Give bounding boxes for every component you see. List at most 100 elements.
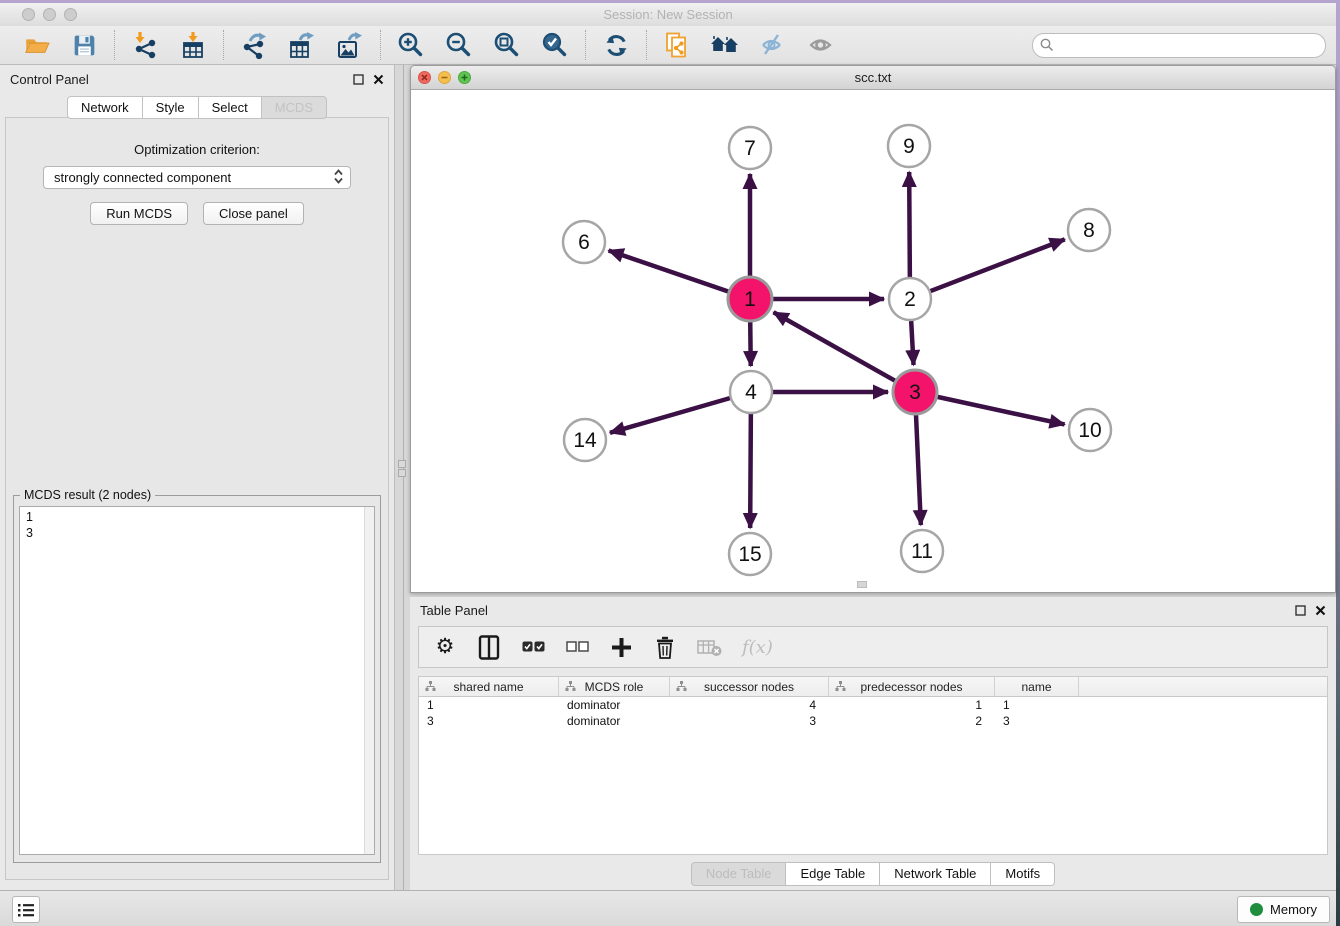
node-table: shared name MCDS role successor nodes pr… xyxy=(418,676,1328,855)
table-settings-icon[interactable]: ⚙ xyxy=(433,632,457,662)
graph-node-1[interactable]: 1 xyxy=(728,277,772,321)
memory-label: Memory xyxy=(1270,902,1317,917)
graph-edge-4-15[interactable] xyxy=(750,414,751,528)
table-panel: Table Panel ⚙ f(x) xyxy=(410,597,1336,890)
column-header-name[interactable]: name xyxy=(995,677,1079,696)
zoom-window-button[interactable] xyxy=(64,8,77,21)
open-session-icon[interactable] xyxy=(20,30,52,60)
minimize-window-button[interactable] xyxy=(43,8,56,21)
graph-edge-2-8[interactable] xyxy=(931,239,1065,291)
desktop-edge xyxy=(1336,0,1340,926)
close-window-button[interactable] xyxy=(22,8,35,21)
column-header-predecessor-nodes[interactable]: predecessor nodes xyxy=(829,677,995,696)
tab-network-table[interactable]: Network Table xyxy=(880,862,991,886)
table-tabs: Node Table Edge Table Network Table Moti… xyxy=(410,862,1336,886)
splitter-grip[interactable] xyxy=(398,460,406,468)
graph-node-label: 10 xyxy=(1078,419,1101,442)
graph-node-3[interactable]: 3 xyxy=(893,370,937,414)
window-titlebar: Session: New Session xyxy=(0,3,1336,27)
refresh-icon[interactable] xyxy=(600,30,632,60)
zoom-selected-icon[interactable] xyxy=(539,30,571,60)
tab-node-table[interactable]: Node Table xyxy=(691,862,787,886)
tab-motifs[interactable]: Motifs xyxy=(991,862,1055,886)
splitter-grip[interactable] xyxy=(398,469,406,477)
export-network-icon[interactable] xyxy=(238,30,270,60)
task-history-button[interactable] xyxy=(12,896,40,923)
column-header-mcds-role[interactable]: MCDS role xyxy=(559,677,670,696)
zoom-network-button[interactable] xyxy=(458,71,471,84)
criterion-select[interactable]: strongly connected component xyxy=(43,166,351,189)
graph-edge-3-1[interactable] xyxy=(774,312,895,380)
delete-table-icon[interactable] xyxy=(697,632,722,662)
toggle-panes-icon[interactable] xyxy=(477,632,501,662)
main-toolbar xyxy=(0,26,1336,65)
close-panel-icon[interactable] xyxy=(373,74,384,85)
graph-edge-3-11[interactable] xyxy=(916,415,921,525)
search-input[interactable] xyxy=(1032,33,1326,58)
graph-node-14[interactable]: 14 xyxy=(564,419,606,461)
save-session-icon[interactable] xyxy=(68,30,100,60)
close-panel-icon[interactable] xyxy=(1315,605,1326,616)
tab-network[interactable]: Network xyxy=(67,96,143,119)
graph-edge-2-3[interactable] xyxy=(911,321,913,365)
run-mcds-button[interactable]: Run MCDS xyxy=(90,202,188,225)
graph-edge-4-14[interactable] xyxy=(610,398,730,433)
network-canvas[interactable]: 7 9 6 8 1 2 4 3 14 10 15 11 xyxy=(411,90,1335,590)
graph-node-8[interactable]: 8 xyxy=(1068,209,1110,251)
graph-node-11[interactable]: 11 xyxy=(901,530,943,572)
graph-node-15[interactable]: 15 xyxy=(729,533,771,575)
graph-node-label: 14 xyxy=(573,429,597,452)
tab-style[interactable]: Style xyxy=(143,96,199,119)
export-table-icon[interactable] xyxy=(286,30,318,60)
graph-node-4[interactable]: 4 xyxy=(730,371,772,413)
hide-selected-icon[interactable] xyxy=(757,30,789,60)
column-header-shared-name[interactable]: shared name xyxy=(419,677,559,696)
mcds-result-list[interactable]: 1 3 xyxy=(19,506,375,855)
network-window-titlebar[interactable]: scc.txt xyxy=(411,66,1335,90)
function-builder-icon[interactable]: f(x) xyxy=(742,632,773,662)
zoom-out-icon[interactable] xyxy=(443,30,475,60)
criterion-value: strongly connected component xyxy=(54,170,231,185)
delete-columns-icon[interactable] xyxy=(653,632,677,662)
memory-button[interactable]: Memory xyxy=(1237,896,1330,923)
zoom-fit-icon[interactable] xyxy=(491,30,523,60)
import-network-icon[interactable] xyxy=(129,30,161,60)
zoom-in-icon[interactable] xyxy=(395,30,427,60)
add-column-icon[interactable] xyxy=(609,632,633,662)
tab-mcds[interactable]: MCDS xyxy=(262,96,327,119)
select-all-columns-icon[interactable] xyxy=(521,632,545,662)
list-icon xyxy=(17,902,35,918)
result-scrollbar[interactable] xyxy=(364,507,374,854)
control-panel: Control Panel Network Style Select MCDS … xyxy=(0,65,395,890)
deselect-all-columns-icon[interactable] xyxy=(565,632,589,662)
close-network-button[interactable] xyxy=(418,71,431,84)
panel-splitter[interactable] xyxy=(395,65,410,890)
first-neighbors-icon[interactable] xyxy=(709,30,741,60)
export-image-icon[interactable] xyxy=(334,30,366,60)
graph-node-9[interactable]: 9 xyxy=(888,125,930,167)
status-bar: Memory xyxy=(0,890,1336,926)
import-table-icon[interactable] xyxy=(177,30,209,60)
graph-node-6[interactable]: 6 xyxy=(563,221,605,263)
tab-edge-table[interactable]: Edge Table xyxy=(786,862,880,886)
optimization-criterion-label: Optimization criterion: xyxy=(6,142,388,157)
window-resize-grip[interactable] xyxy=(857,581,867,588)
network-view-window: scc.txt 7 9 6 8 1 2 4 3 14 10 15 11 xyxy=(410,65,1336,593)
float-panel-icon[interactable] xyxy=(353,74,364,85)
tab-select[interactable]: Select xyxy=(199,96,262,119)
show-all-icon[interactable] xyxy=(805,30,837,60)
table-row[interactable]: 1 dominator 4 1 1 xyxy=(419,697,1327,713)
graph-edge-1-6[interactable] xyxy=(609,250,729,291)
graph-edge-3-10[interactable] xyxy=(937,397,1064,425)
graph-node-label: 1 xyxy=(744,288,756,311)
graph-node-10[interactable]: 10 xyxy=(1069,409,1111,451)
close-panel-button[interactable]: Close panel xyxy=(203,202,304,225)
graph-node-7[interactable]: 7 xyxy=(729,127,771,169)
minimize-network-button[interactable] xyxy=(438,71,451,84)
float-panel-icon[interactable] xyxy=(1295,605,1306,616)
column-header-successor-nodes[interactable]: successor nodes xyxy=(670,677,829,696)
graph-edge-2-9[interactable] xyxy=(909,172,910,277)
table-row[interactable]: 3 dominator 3 2 3 xyxy=(419,713,1327,729)
network-from-document-icon[interactable] xyxy=(661,30,693,60)
graph-node-2[interactable]: 2 xyxy=(889,278,931,320)
